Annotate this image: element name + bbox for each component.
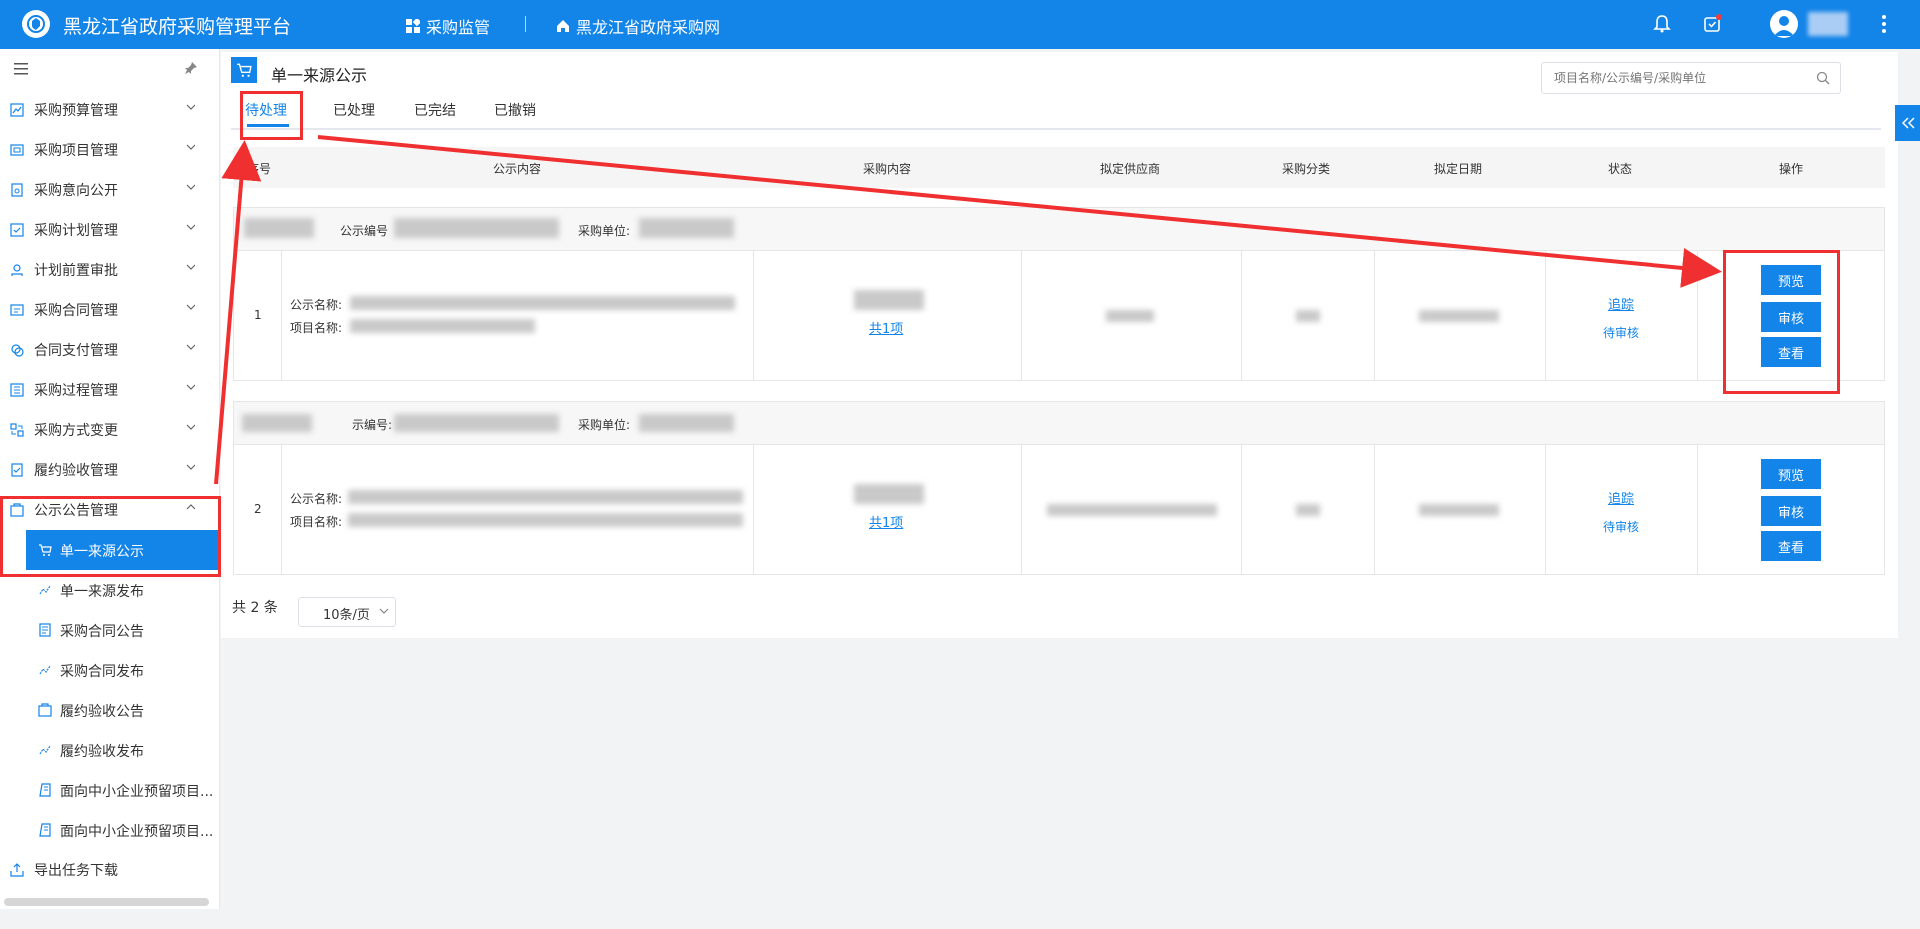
arrow-sidebar-to-tab xyxy=(214,140,262,485)
arrow-tab-to-actions xyxy=(317,135,1722,288)
annotation-arrows xyxy=(214,135,1722,485)
